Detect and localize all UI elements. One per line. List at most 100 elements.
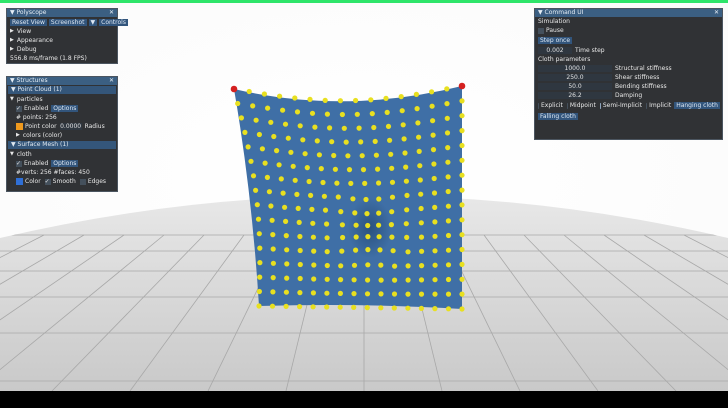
- points-count: # points: 256: [16, 114, 57, 121]
- particle: [414, 106, 420, 112]
- point-cloud-header[interactable]: ▼ Point Cloud (1): [8, 86, 116, 94]
- particle: [310, 220, 316, 226]
- screenshot-button[interactable]: Screenshot: [48, 19, 87, 26]
- particle: [359, 153, 365, 159]
- particle: [265, 105, 271, 111]
- colors-tree-node[interactable]: ▶ colors (color): [7, 131, 117, 140]
- particle: [338, 277, 344, 283]
- particle: [364, 305, 370, 311]
- shear-stiffness-slider[interactable]: 250.0: [538, 74, 612, 81]
- radius-label: Radius: [84, 123, 105, 130]
- particle: [292, 95, 298, 101]
- smooth-checkbox[interactable]: [44, 177, 51, 186]
- controls-button[interactable]: Controls: [99, 19, 128, 26]
- debug-tree-node[interactable]: ▶ Debug: [7, 45, 117, 54]
- particle: [372, 138, 378, 144]
- particle: [248, 158, 254, 164]
- verts-faces-count: #verts: 256 #faces: 450: [16, 169, 90, 176]
- particle: [339, 248, 345, 254]
- color-label: Color: [25, 178, 41, 185]
- cloth-options-button[interactable]: Options: [51, 160, 79, 167]
- particle: [353, 234, 359, 240]
- surface-mesh-header[interactable]: ▼ Surface Mesh (1): [8, 141, 116, 149]
- particle: [255, 216, 262, 222]
- particle: [284, 261, 290, 267]
- particle: [353, 97, 359, 104]
- midpoint-radio[interactable]: [566, 102, 568, 109]
- particle: [378, 262, 384, 268]
- reset-view-button[interactable]: Reset View: [10, 19, 47, 26]
- close-icon[interactable]: ✕: [109, 9, 114, 17]
- mesh-color-swatch[interactable]: [16, 178, 23, 185]
- particle: [444, 86, 450, 92]
- particle: [351, 277, 357, 283]
- particle: [459, 142, 465, 149]
- particles-enabled-checkbox[interactable]: [16, 104, 22, 113]
- enabled-label: Enabled: [24, 160, 49, 167]
- falling-cloth-button[interactable]: Falling cloth: [538, 112, 578, 120]
- particle: [262, 160, 268, 166]
- particle: [294, 109, 301, 115]
- particle: [296, 219, 302, 225]
- particle: [389, 165, 395, 171]
- cloth-tree-node[interactable]: ▼ cloth: [7, 150, 117, 159]
- particle: [316, 152, 322, 158]
- particle: [385, 123, 392, 129]
- semi-implicit-radio[interactable]: [599, 102, 601, 109]
- appearance-tree-node[interactable]: ▶ Appearance: [7, 36, 117, 45]
- close-icon[interactable]: ✕: [714, 9, 719, 17]
- particle: [306, 178, 312, 185]
- particle: [278, 176, 284, 182]
- polyscope-title: Polyscope: [16, 9, 47, 16]
- particle: [360, 167, 367, 173]
- particle: [338, 209, 344, 215]
- particle: [297, 304, 303, 310]
- particles-options-button[interactable]: Options: [51, 105, 79, 112]
- damping-slider[interactable]: 26.2: [538, 92, 612, 99]
- screenshot-options-button[interactable]: ▼: [88, 19, 98, 26]
- particle: [310, 304, 316, 310]
- particle: [312, 124, 318, 130]
- particle: [430, 132, 436, 138]
- particle: [376, 234, 382, 240]
- particle: [345, 153, 351, 159]
- cloth-enabled-checkbox[interactable]: [16, 159, 22, 168]
- polyscope-panel: ▼ Polyscope ✕ Reset View Screenshot ▼ Co…: [6, 8, 128, 64]
- hanging-cloth-button[interactable]: Hanging cloth: [674, 102, 720, 109]
- particle: [429, 89, 435, 95]
- radius-slider[interactable]: 0.0000: [59, 123, 82, 130]
- bending-stiffness-label: Bending stiffness: [615, 83, 667, 90]
- view-tree-node[interactable]: ▶ View: [7, 27, 117, 36]
- point-color-swatch[interactable]: [16, 123, 23, 130]
- pause-checkbox[interactable]: [538, 27, 544, 34]
- step-once-button[interactable]: Step once: [538, 37, 573, 44]
- particle: [283, 218, 289, 224]
- particle: [405, 277, 411, 283]
- particle: [284, 247, 290, 253]
- particle: [378, 277, 384, 283]
- caret-down-icon: ▼: [10, 151, 14, 157]
- explicit-radio[interactable]: [538, 102, 540, 109]
- particle: [283, 233, 289, 239]
- particle: [432, 233, 438, 239]
- particle: [338, 263, 344, 269]
- particle: [459, 172, 465, 178]
- particle: [445, 203, 451, 209]
- structural-stiffness-slider[interactable]: 1000.0: [538, 65, 612, 72]
- edges-checkbox[interactable]: [79, 178, 86, 185]
- bending-stiffness-slider[interactable]: 50.0: [538, 83, 612, 90]
- caret-right-icon: ▶: [16, 132, 20, 138]
- close-icon[interactable]: ✕: [109, 77, 114, 85]
- particle: [297, 233, 303, 240]
- particles-tree-node[interactable]: ▼ particles: [7, 95, 117, 104]
- particle: [332, 166, 338, 172]
- particle: [432, 248, 438, 254]
- particle: [337, 304, 343, 310]
- time-step-field[interactable]: 0.002: [538, 47, 572, 54]
- particle: [418, 291, 425, 297]
- particle: [327, 125, 333, 131]
- implicit-radio[interactable]: [646, 102, 648, 109]
- particle: [445, 145, 451, 151]
- particle: [266, 189, 272, 195]
- particle: [403, 164, 409, 170]
